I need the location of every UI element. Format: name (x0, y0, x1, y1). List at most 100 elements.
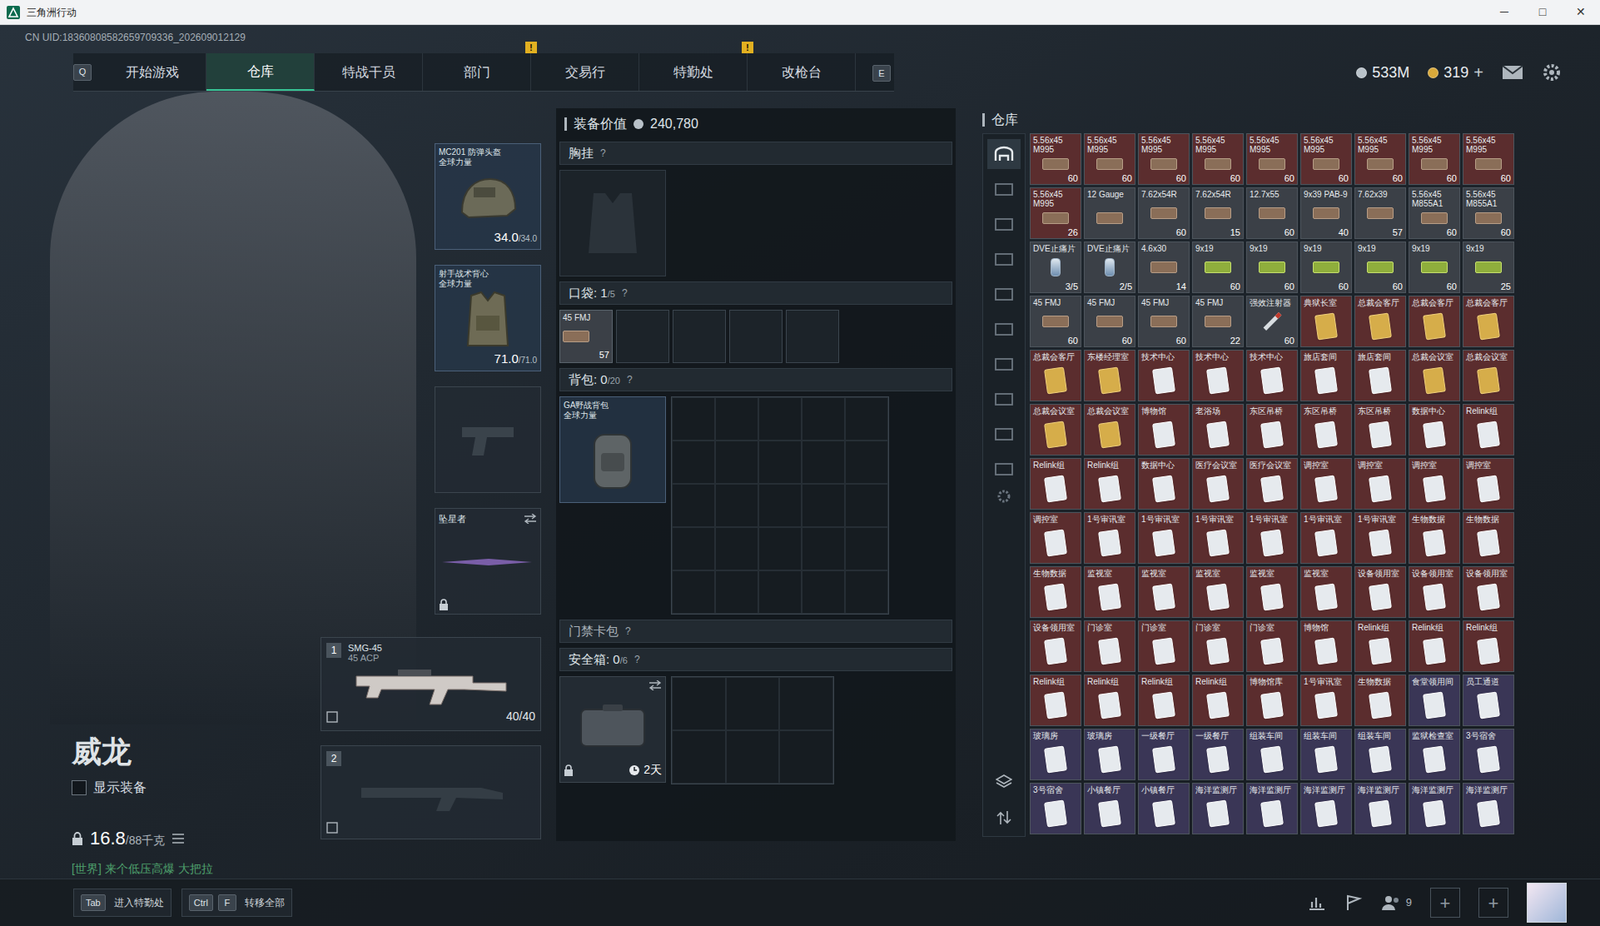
help-button[interactable]: ? (626, 372, 633, 388)
warehouse-item[interactable]: 旅店套间 (1354, 349, 1407, 402)
warehouse-item[interactable]: 监视室 (1083, 566, 1136, 618)
warehouse-item[interactable]: 生物数据 (1029, 566, 1082, 618)
warehouse-item[interactable]: 监视室 (1192, 566, 1244, 618)
warehouse-item[interactable]: 设备领用室 (1462, 566, 1515, 618)
storage-tab[interactable] (987, 278, 1021, 309)
warehouse-item[interactable]: 门诊室 (1246, 620, 1298, 672)
warehouse-item[interactable]: 生物数据 (1408, 511, 1461, 564)
pocket-item[interactable]: 45 FMJ57 (559, 309, 613, 363)
warehouse-item[interactable]: 医疗会议室 (1246, 457, 1298, 510)
warehouse-item[interactable]: 技术中心 (1137, 349, 1190, 402)
warehouse-item[interactable]: 3号宿舍 (1029, 782, 1082, 835)
warehouse-item[interactable]: 数据中心 (1137, 457, 1190, 510)
warehouse-item[interactable]: 5.56x45 M855A160 (1462, 187, 1515, 239)
warehouse-item[interactable]: 海洋监测厅 (1192, 782, 1244, 835)
warehouse-item[interactable]: 一级餐厅 (1192, 728, 1244, 781)
warehouse-item[interactable]: 45 FMJ60 (1029, 295, 1082, 348)
nav-tab[interactable]: 改枪台 (747, 53, 856, 91)
warehouse-item[interactable]: 1号审讯室 (1354, 511, 1407, 564)
shortcut-hint[interactable]: CtrlF转移全部 (181, 888, 293, 917)
settings-gear-icon[interactable] (1541, 62, 1562, 83)
warehouse-item[interactable]: Relink组 (1408, 620, 1461, 672)
warehouse-item[interactable]: DVE止痛片3/5 (1029, 241, 1082, 294)
storage-settings-gear-icon[interactable] (996, 488, 1012, 504)
warehouse-item[interactable]: 小镇餐厅 (1137, 782, 1190, 835)
warehouse-item[interactable]: 总裁会客厅 (1408, 295, 1461, 348)
player-avatar[interactable] (1526, 882, 1567, 923)
character-model[interactable] (49, 91, 417, 725)
add-teammate-button[interactable]: + (1430, 887, 1461, 918)
storage-tab[interactable] (987, 139, 1021, 169)
warehouse-item[interactable]: 调控室 (1029, 511, 1082, 564)
warehouse-item[interactable]: 组装车间 (1246, 728, 1298, 781)
add-currency-button[interactable]: + (1473, 59, 1484, 85)
warehouse-item[interactable]: 45 FMJ60 (1083, 295, 1136, 348)
nav-tab[interactable]: 特勤处! (639, 53, 748, 91)
warehouse-item[interactable]: 7.62x3957 (1354, 187, 1407, 239)
warehouse-item[interactable]: 生物数据 (1462, 511, 1515, 564)
warehouse-item[interactable]: 监视室 (1137, 566, 1190, 618)
warehouse-item[interactable]: Relink组 (1137, 674, 1190, 726)
warehouse-item[interactable]: 老浴场 (1192, 403, 1244, 456)
warehouse-item[interactable]: 5.56x45 M99560 (1300, 133, 1352, 185)
warehouse-item[interactable]: 5.56x45 M99560 (1029, 133, 1082, 185)
warehouse-item[interactable]: 调控室 (1300, 457, 1352, 510)
warehouse-item[interactable]: 45 FMJ22 (1192, 295, 1244, 348)
warehouse-item[interactable]: 5.56x45 M99560 (1246, 133, 1298, 185)
warehouse-item[interactable]: 门诊室 (1192, 620, 1244, 672)
warehouse-item[interactable]: 5.56x45 M99560 (1137, 133, 1190, 185)
warehouse-item[interactable]: 小镇餐厅 (1083, 782, 1136, 835)
warehouse-item[interactable]: 4.6x3014 (1137, 241, 1190, 294)
warehouse-item[interactable]: DVE止痛片2/5 (1083, 241, 1136, 294)
warehouse-item[interactable]: 总裁会议室 (1029, 403, 1082, 456)
warehouse-item[interactable]: 12.7x5560 (1246, 187, 1298, 239)
warehouse-item[interactable]: 玻璃房 (1083, 728, 1136, 781)
warehouse-item[interactable]: 监狱检查室 (1408, 728, 1461, 781)
backpack-slot[interactable]: GA野战背包全球力量 (559, 396, 666, 503)
flag-icon[interactable] (1344, 894, 1363, 911)
armor-slot[interactable]: 射手战术背心全球力量71.0/71.0 (434, 264, 542, 372)
warehouse-item[interactable]: 强效注射器60 (1246, 295, 1298, 348)
warehouse-item[interactable]: 1号审讯室 (1192, 511, 1244, 564)
help-button[interactable]: ? (625, 623, 632, 639)
nav-tab[interactable]: 仓库 (206, 53, 315, 91)
warehouse-item[interactable]: 海洋监测厅 (1354, 782, 1407, 835)
warehouse-item[interactable]: 1号审讯室 (1300, 674, 1352, 726)
warehouse-item[interactable]: 5.56x45 M99560 (1354, 133, 1407, 185)
pistol-slot[interactable] (434, 386, 542, 493)
warehouse-item[interactable]: 典狱长室 (1300, 295, 1352, 348)
melee-slot[interactable]: 坠星者 (434, 507, 542, 615)
help-button[interactable]: ? (634, 651, 641, 667)
warehouse-item[interactable]: 监视室 (1300, 566, 1352, 618)
add-teammate-button[interactable]: + (1478, 887, 1509, 918)
warehouse-item[interactable]: 海洋监测厅 (1246, 782, 1298, 835)
warehouse-item[interactable]: 9x1960 (1300, 241, 1352, 294)
warehouse-item[interactable]: 总裁会客厅 (1354, 295, 1407, 348)
warehouse-item[interactable]: 总裁会议室 (1462, 349, 1515, 402)
swap-icon[interactable] (648, 680, 662, 691)
warehouse-item[interactable]: 员工通道 (1462, 674, 1515, 726)
warehouse-item[interactable]: 9x39 PAB-940 (1300, 187, 1352, 239)
warehouse-item[interactable]: 门诊室 (1137, 620, 1190, 672)
swap-icon[interactable] (523, 513, 537, 524)
warehouse-item[interactable]: Relink组 (1462, 620, 1515, 672)
window-control-button[interactable]: ─ (1485, 0, 1524, 25)
warehouse-item[interactable]: Relink组 (1083, 457, 1136, 510)
warehouse-item[interactable]: 7.62x54R60 (1137, 187, 1190, 239)
pocket-slot[interactable] (729, 309, 783, 363)
warehouse-item[interactable]: 技术中心 (1246, 349, 1298, 402)
warehouse-item[interactable]: 7.62x54R15 (1192, 187, 1244, 239)
backpack-grid[interactable] (670, 396, 890, 615)
warehouse-item[interactable]: 9x1960 (1192, 241, 1244, 294)
warehouse-item[interactable]: 1号审讯室 (1083, 511, 1136, 564)
warehouse-item[interactable]: 海洋监测厅 (1300, 782, 1352, 835)
warehouse-item[interactable]: 1号审讯室 (1246, 511, 1298, 564)
warehouse-item[interactable]: 设备领用室 (1354, 566, 1407, 618)
warehouse-item[interactable]: 总裁会议室 (1083, 403, 1136, 456)
warehouse-item[interactable]: 医疗会议室 (1192, 457, 1244, 510)
warehouse-item[interactable]: 9x1925 (1462, 241, 1515, 294)
warehouse-item[interactable]: Relink组 (1462, 403, 1515, 456)
storage-tab[interactable] (987, 208, 1021, 239)
pocket-slot[interactable] (672, 309, 726, 363)
warehouse-item[interactable]: 5.56x45 M99560 (1408, 133, 1461, 185)
